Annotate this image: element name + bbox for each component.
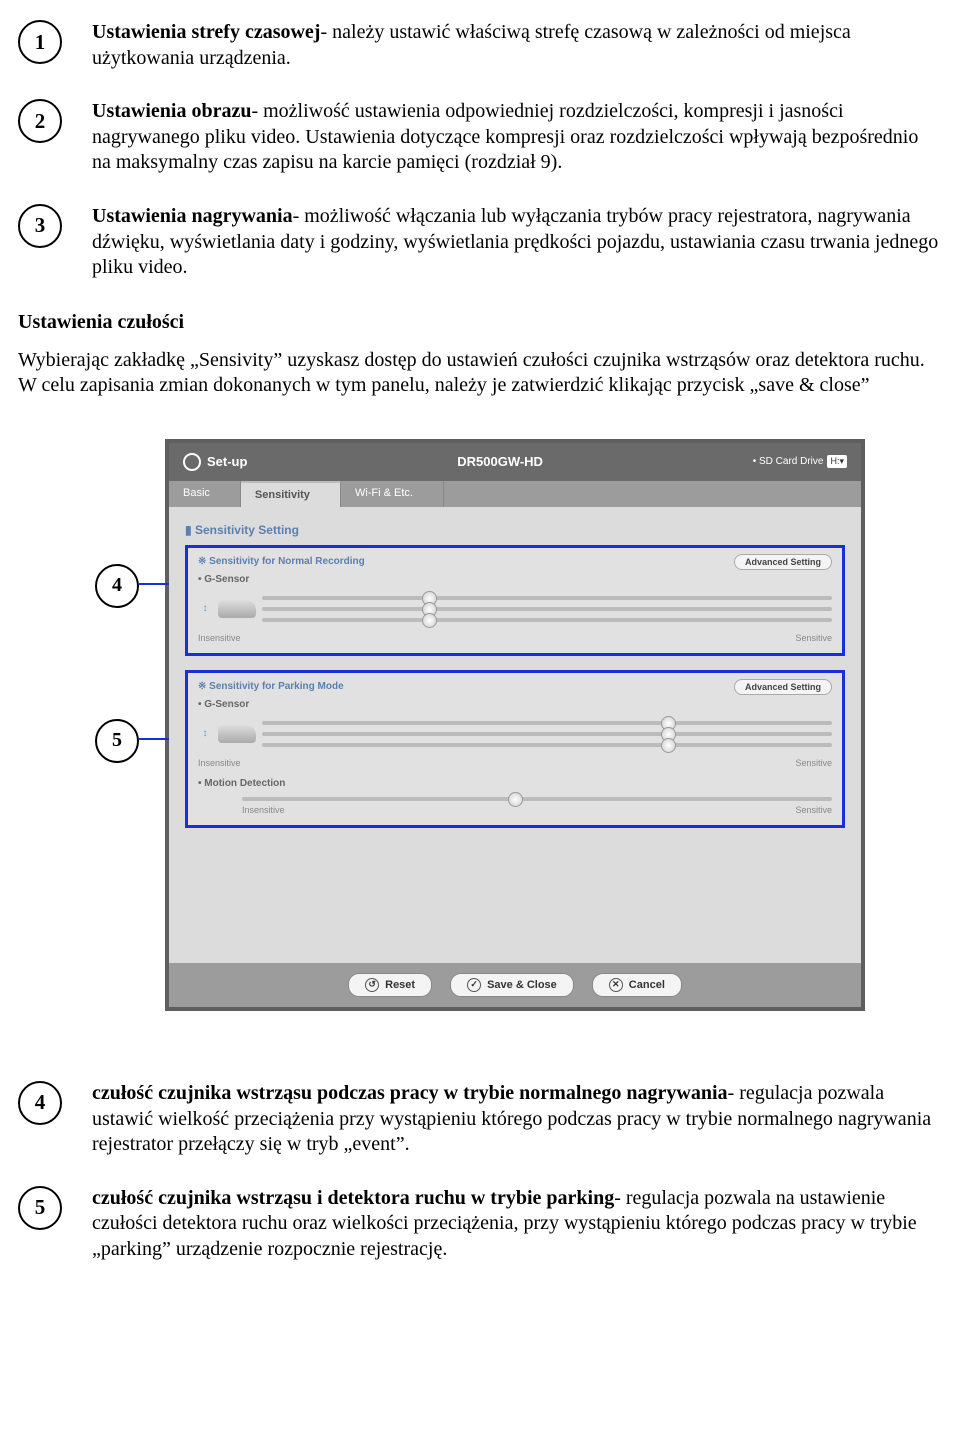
numbered-item: 4 czułość czujnika wstrząsu podczas pracy… <box>18 1081 942 1158</box>
sensitive-label-1: Sensitive <box>795 633 832 643</box>
group2-title: ※ Sensitivity for Parking Mode <box>198 681 344 692</box>
axis-arrows-icon: ↕ <box>198 719 212 749</box>
group-normal-recording: ※ Sensitivity for Normal Recording Advan… <box>185 545 845 656</box>
item-bold: Ustawienia nagrywania <box>92 205 293 227</box>
item-number: 4 <box>18 1081 62 1125</box>
screenshot-wrapper: 4 5 6 Set-up DR500GW-HD • SD Card DriveH… <box>95 439 865 1011</box>
panel-title: Sensitivity Setting <box>185 523 845 537</box>
item-bold: czułość czujnika wstrząsu i detektora ru… <box>92 1187 614 1209</box>
footer-bar: ↺Reset ✓Save & Close ✕Cancel <box>169 963 861 1007</box>
item-number: 3 <box>18 204 62 248</box>
save-icon: ✓ <box>467 978 481 992</box>
advanced-setting-button-2[interactable]: Advanced Setting <box>734 679 832 695</box>
intro-text: Wybierając zakładkę „Sensivity” uzyskasz… <box>18 348 942 399</box>
numbered-item: 1 Ustawienia strefy czasowej- należy usta… <box>18 20 942 71</box>
tab-sensitivity[interactable]: Sensitivity <box>241 481 341 507</box>
slider-g1-c[interactable] <box>262 618 832 622</box>
reset-icon: ↺ <box>365 978 379 992</box>
numbered-item: 5 czułość czujnika wstrząsu i detektora r… <box>18 1186 942 1263</box>
item-number: 2 <box>18 99 62 143</box>
sensitive-label-3: Sensitive <box>795 805 832 815</box>
window-titlebar: Set-up DR500GW-HD • SD Card DriveH:▾ <box>169 443 861 481</box>
axis-arrows-icon: ↕ <box>198 594 212 624</box>
group-parking-mode: ※ Sensitivity for Parking Mode Advanced … <box>185 670 845 828</box>
advanced-setting-button-1[interactable]: Advanced Setting <box>734 554 832 570</box>
cancel-button[interactable]: ✕Cancel <box>592 973 682 997</box>
model-label: DR500GW-HD <box>247 454 752 469</box>
slider-motion[interactable] <box>242 797 832 801</box>
section-heading: Ustawienia czułości <box>18 311 942 334</box>
item-number: 5 <box>18 1186 62 1230</box>
slider-g1-b[interactable] <box>262 607 832 611</box>
slider-g2-b[interactable] <box>262 732 832 736</box>
sd-card-label: • SD Card Drive <box>753 456 824 467</box>
insensitive-label-3: Insensitive <box>242 805 285 815</box>
slider-g2-c[interactable] <box>262 743 832 747</box>
tab-wifi[interactable]: Wi-Fi & Etc. <box>341 481 444 507</box>
slider-g1-a[interactable] <box>262 596 832 600</box>
gsensor-label-2: • G-Sensor <box>198 699 832 710</box>
save-close-button[interactable]: ✓Save & Close <box>450 973 574 997</box>
insensitive-label-2: Insensitive <box>198 758 241 768</box>
cancel-icon: ✕ <box>609 978 623 992</box>
item-bold: Ustawienia strefy czasowej <box>92 21 320 43</box>
gear-icon <box>183 453 201 471</box>
drive-select[interactable]: H:▾ <box>827 455 847 468</box>
group1-title: ※ Sensitivity for Normal Recording <box>198 556 365 567</box>
car-icon <box>218 725 256 743</box>
item-text: Ustawienia obrazu- możliwość ustawienia … <box>92 99 942 176</box>
insensitive-label-1: Insensitive <box>198 633 241 643</box>
callout-5: 5 <box>95 719 139 763</box>
gsensor-label-1: • G-Sensor <box>198 574 832 585</box>
item-bold: czułość czujnika wstrząsu podczas pracy … <box>92 1082 728 1104</box>
item-text: czułość czujnika wstrząsu i detektora ru… <box>92 1186 942 1263</box>
slider-g2-a[interactable] <box>262 721 832 725</box>
motion-detection-label: • Motion Detection <box>198 778 832 789</box>
setup-label: Set-up <box>207 454 247 469</box>
tab-basic[interactable]: Basic <box>169 481 241 507</box>
callout-4: 4 <box>95 564 139 608</box>
item-bold: Ustawienia obrazu <box>92 100 251 122</box>
item-text: Ustawienia nagrywania- możliwość włączan… <box>92 204 942 281</box>
numbered-item: 2 Ustawienia obrazu- możliwość ustawienia… <box>18 99 942 176</box>
item-number: 1 <box>18 20 62 64</box>
reset-button[interactable]: ↺Reset <box>348 973 432 997</box>
tab-bar: Basic Sensitivity Wi-Fi & Etc. <box>169 481 861 507</box>
item-text: Ustawienia strefy czasowej- należy ustaw… <box>92 20 942 71</box>
item-text: czułość czujnika wstrząsu podczas pracy … <box>92 1081 942 1158</box>
numbered-item: 3 Ustawienia nagrywania- możliwość włącza… <box>18 204 942 281</box>
settings-window: Set-up DR500GW-HD • SD Card DriveH:▾ Bas… <box>165 439 865 1011</box>
car-icon <box>218 600 256 618</box>
sensitive-label-2: Sensitive <box>795 758 832 768</box>
